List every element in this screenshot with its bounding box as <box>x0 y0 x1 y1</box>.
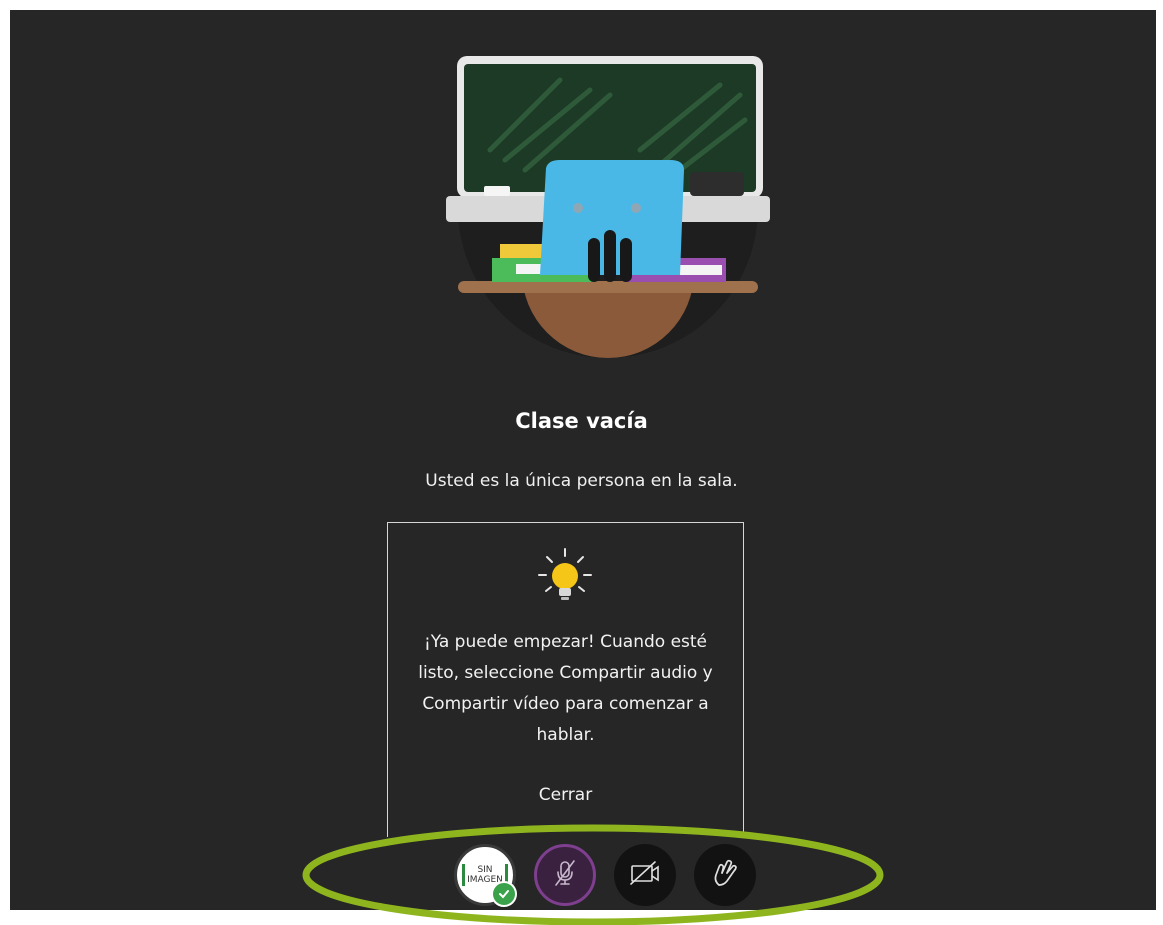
share-video-button[interactable] <box>614 844 676 906</box>
empty-classroom-illustration <box>446 56 770 358</box>
share-audio-button[interactable] <box>534 844 596 906</box>
lightbulb-icon <box>535 547 595 611</box>
getting-started-tip: ¡Ya puede empezar! Cuando esté listo, se… <box>387 522 744 837</box>
close-tip-button[interactable]: Cerrar <box>388 785 743 805</box>
raise-hand-button[interactable] <box>694 844 756 906</box>
room-status-text: Usted es la única persona en la sala. <box>425 471 738 491</box>
page-title: Clase vacía <box>515 409 648 433</box>
profile-avatar-button[interactable]: SIN IMAGEN <box>454 844 517 907</box>
microphone-muted-icon <box>550 858 580 892</box>
tip-message: ¡Ya puede empezar! Cuando esté listo, se… <box>418 632 713 745</box>
raise-hand-icon <box>710 857 740 893</box>
camera-off-icon <box>629 859 661 891</box>
check-icon <box>491 881 517 907</box>
